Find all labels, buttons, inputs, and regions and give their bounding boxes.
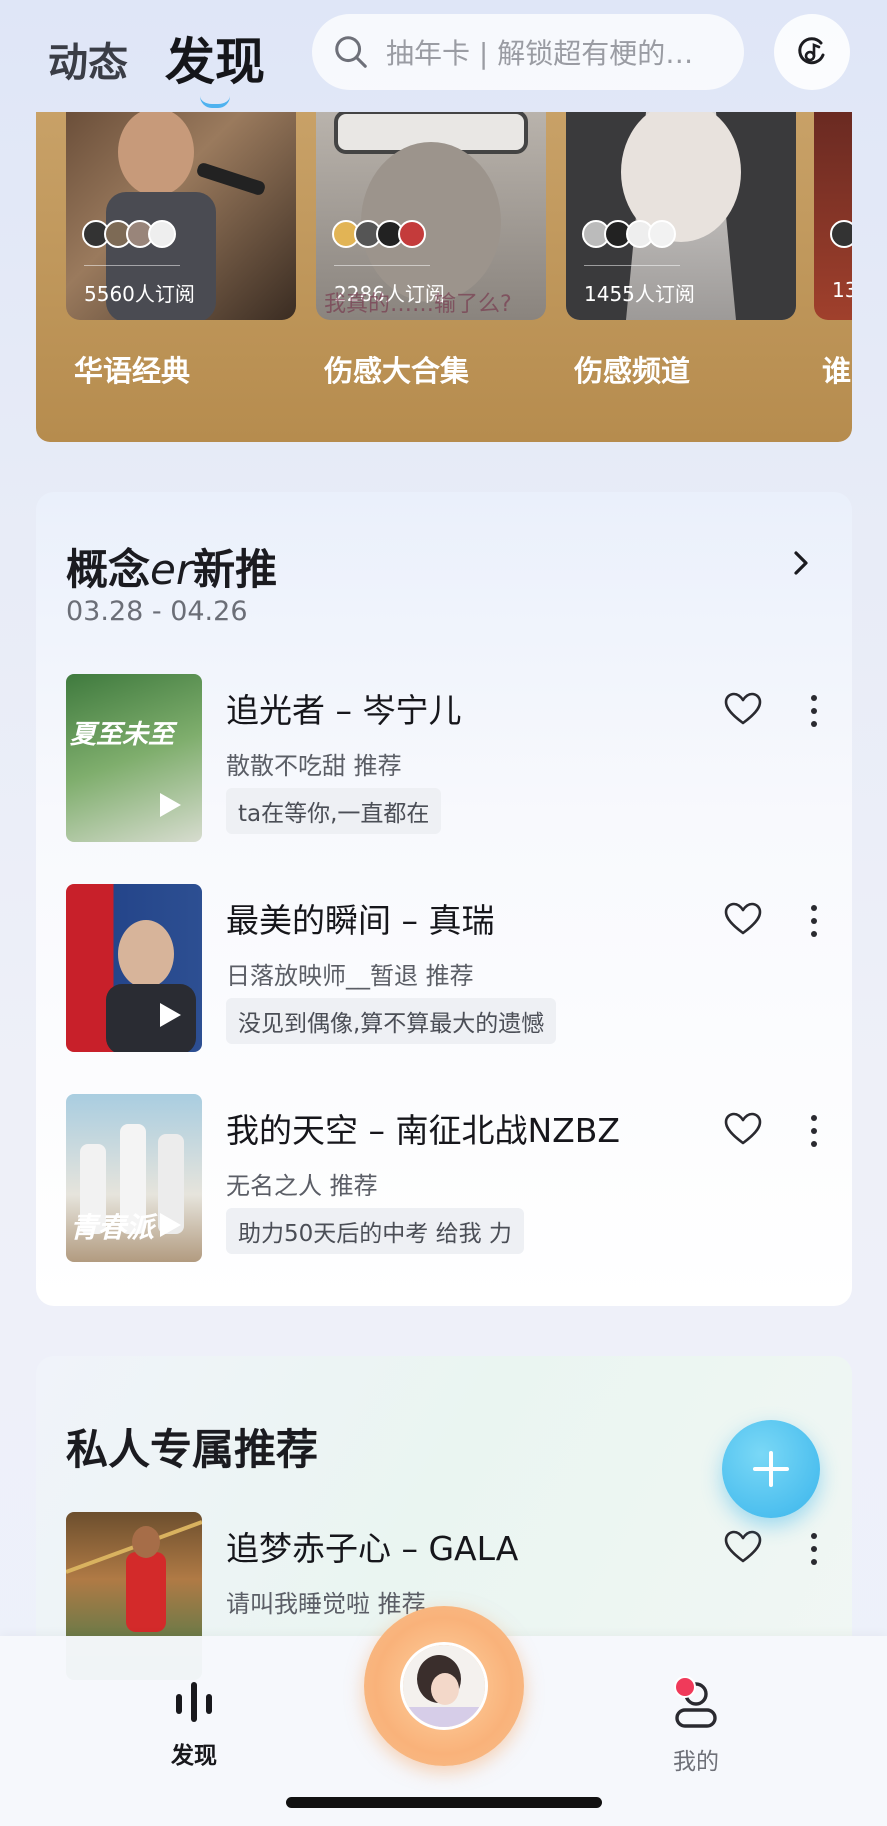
song-recommender: 无名之人 推荐 [226,1172,378,1200]
playlist-title: 伤感频道 [574,354,691,388]
song-row[interactable]: 青春派 我的天空 – 南征北战NZBZ 无名之人 推荐 助力50天后的中考 给我… [66,1094,826,1264]
playlist-card[interactable]: 13 谁 [814,112,852,388]
music-recognition-icon [798,37,825,65]
playlist-title: 华语经典 [74,354,191,388]
more-options-icon[interactable] [810,904,818,938]
search-icon [335,36,367,68]
tab-dynamic[interactable]: 动态 [48,30,128,88]
section-title[interactable]: 概念er新推 [66,536,277,597]
play-icon [160,1213,181,1237]
title-prefix: 概念 [66,545,151,594]
song-cover[interactable]: 青春派 [66,1094,202,1262]
playlist-cover: 5560人订阅 [66,112,296,320]
playlist-card[interactable]: 2286人订阅 我真的……输了么? 伤感大合集 [316,112,546,388]
tab-discover[interactable]: 发现 [165,22,265,94]
song-recommender: 日落放映师__暂退 推荐 [226,962,474,990]
play-icon [160,793,181,817]
subscriber-count: 5560人订阅 [84,282,195,306]
song-title: 追光者 – 岑宁儿 [226,691,462,730]
subscriber-avatars [830,220,852,248]
heart-icon[interactable] [724,902,762,936]
song-cover[interactable] [66,884,202,1052]
more-options-icon[interactable] [810,1114,818,1148]
chevron-right-icon[interactable] [788,550,814,576]
search-placeholder: 抽年卡 | 解锁超有梗的… [386,37,694,70]
concept-er-new-picks-card: 概念er新推 03.28 - 04.26 夏至未至 追光者 – 岑宁儿 散散不吃… [36,492,852,1306]
divider [84,265,180,266]
song-comment-tag: ta在等你,一直都在 [226,788,442,834]
subscriber-avatars [82,220,176,248]
song-cover[interactable]: 夏至未至 [66,674,202,842]
cover-text: 夏至未至 [70,720,175,750]
search-bar[interactable]: 抽年卡 | 解锁超有梗的… [312,14,744,90]
cover-text: 青春派 [70,1211,155,1244]
title-er: er [150,545,194,594]
divider [584,265,680,266]
now-playing-cover [400,1642,488,1730]
subscriber-avatars [582,220,676,248]
active-tab-indicator [200,96,230,108]
song-comment-tag: 没见到偶像,算不算最大的遗憾 [226,998,557,1044]
nav-discover-label: 发现 [171,1743,217,1769]
nav-mine[interactable]: 我的 [636,1676,756,1776]
title-suffix: 新推 [193,545,278,594]
subscriber-avatars [332,220,426,248]
playlist-carousel: 5560人订阅 华语经典 2286人订阅 我真的……输了么? 伤感大合集 145… [36,112,852,442]
notification-dot [674,1676,696,1698]
date-range: 03.28 - 04.26 [66,596,248,627]
plus-icon [753,1451,789,1487]
divider [334,265,430,266]
song-comment-tag: 助力50天后的中考 给我 力 [226,1208,524,1254]
heart-icon[interactable] [724,692,762,726]
add-button[interactable] [722,1420,820,1518]
more-options-icon[interactable] [810,1532,818,1566]
playlist-cover: 13 [814,112,852,320]
song-recommender: 请叫我睡觉啦 推荐 [226,1590,426,1618]
subscriber-count: 13 [832,278,852,302]
playlist-title: 谁 [822,354,852,388]
top-bar: 动态 发现 抽年卡 | 解锁超有梗的… [0,0,887,112]
song-title: 追梦赤子心 – GALA [226,1529,519,1568]
song-title: 最美的瞬间 – 真瑞 [226,901,495,940]
nav-discover[interactable]: 发现 [134,1680,254,1770]
playlist-cover: 2286人订阅 我真的……输了么? [316,112,546,320]
subscriber-count: 1455人订阅 [584,282,695,306]
song-recommender: 散散不吃甜 推荐 [226,752,402,780]
more-options-icon[interactable] [810,694,818,728]
song-title: 我的天空 – 南征北战NZBZ [226,1111,621,1150]
heart-icon[interactable] [724,1530,762,1564]
music-recognition-button[interactable] [774,14,850,90]
playlist-title: 伤感大合集 [324,354,470,388]
nav-mine-label: 我的 [673,1749,719,1775]
playlist-card[interactable]: 1455人订阅 伤感频道 [566,112,796,388]
heart-icon[interactable] [724,1112,762,1146]
cover-caption: 我真的……输了么? [324,292,512,317]
home-indicator [286,1797,602,1808]
album-art [403,1645,485,1727]
song-row[interactable]: 夏至未至 追光者 – 岑宁儿 散散不吃甜 推荐 ta在等你,一直都在 [66,674,826,844]
song-row[interactable]: 最美的瞬间 – 真瑞 日落放映师__暂退 推荐 没见到偶像,算不算最大的遗憾 [66,884,826,1054]
playlist-cover: 1455人订阅 [566,112,796,320]
discover-waveform-icon [176,1682,212,1722]
playlist-card[interactable]: 5560人订阅 华语经典 [66,112,296,388]
section-title: 私人专属推荐 [66,1425,319,1474]
play-icon [160,1003,181,1027]
now-playing-button[interactable] [364,1606,524,1766]
